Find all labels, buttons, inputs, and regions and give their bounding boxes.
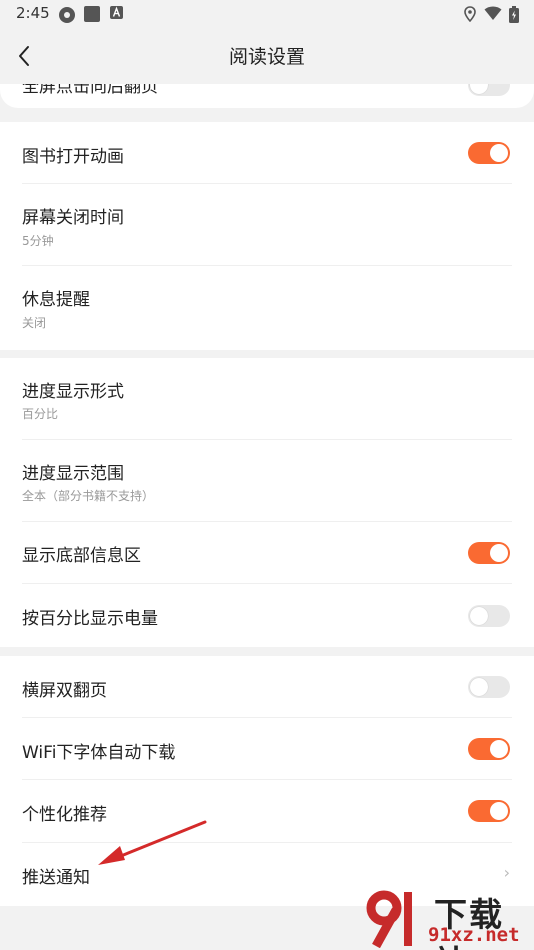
status-bar: 2:45 [0,0,534,28]
settings-list[interactable]: 全屏点击向后翻页 图书打开动画 屏幕关闭时间 5分钟 休息提醒 关闭 进度显示形… [0,84,534,950]
setting-title: WiFi下字体自动下载 [22,743,176,763]
setting-row-progress-range[interactable]: 进度显示范围 全本（部分书籍不支持） [0,440,534,522]
wifi-icon [484,6,502,20]
toggle-knob [470,84,488,94]
status-time: 2:45 [16,4,50,22]
setting-title: 全屏点击向后翻页 [22,84,158,97]
setting-title: 进度显示范围 [22,464,124,484]
battery-icon [509,6,519,23]
toggle-knob [470,607,488,625]
setting-value: 关闭 [22,316,47,330]
setting-value: 全本（部分书籍不支持） [22,489,155,503]
setting-title: 横屏双翻页 [22,681,107,701]
toggle-knob [490,144,508,162]
page-title: 阅读设置 [228,46,305,68]
setting-title: 按百分比显示电量 [22,609,158,629]
settings-group-reading: 图书打开动画 屏幕关闭时间 5分钟 休息提醒 关闭 [0,122,534,350]
book-open-animation-toggle[interactable] [468,142,510,164]
toggle-knob [490,802,508,820]
setting-value: 百分比 [22,407,59,421]
battery-percent-toggle[interactable] [468,605,510,627]
setting-title: 屏幕关闭时间 [22,208,124,228]
keyboard-a-icon [110,6,123,19]
bottom-info-toggle[interactable] [468,542,510,564]
setting-title: 图书打开动画 [22,147,124,167]
chevron-right-icon: › [503,863,510,882]
watermark: 下载站 91xz.net [362,886,534,950]
setting-row-landscape-double[interactable]: 横屏双翻页 [0,656,534,718]
personalized-toggle[interactable] [468,800,510,822]
toggle-knob [470,678,488,696]
setting-title: 休息提醒 [22,290,90,310]
setting-value: 5分钟 [22,234,54,248]
aperture-icon [59,7,75,23]
setting-title: 进度显示形式 [22,382,124,402]
setting-row-screen-off-time[interactable]: 屏幕关闭时间 5分钟 [0,184,534,266]
square-app-icon [84,6,100,22]
setting-row-rest-reminder[interactable]: 休息提醒 关闭 [0,266,534,350]
landscape-double-toggle[interactable] [468,676,510,698]
fullscreen-tap-toggle[interactable] [468,84,510,96]
toggle-knob [490,544,508,562]
watermark-logo-icon [366,890,412,948]
watermark-text-url: 91xz.net [428,924,520,946]
settings-group-other: 横屏双翻页 WiFi下字体自动下载 个性化推荐 推送通知 › [0,656,534,906]
setting-row-personalized[interactable]: 个性化推荐 [0,780,534,843]
settings-group-progress: 进度显示形式 百分比 进度显示范围 全本（部分书籍不支持） 显示底部信息区 按百… [0,358,534,647]
setting-row-progress-format[interactable]: 进度显示形式 百分比 [0,358,534,440]
setting-row-bottom-info[interactable]: 显示底部信息区 [0,522,534,584]
annotation-arrow-icon [98,820,207,865]
setting-row-battery-percent[interactable]: 按百分比显示电量 [0,584,534,647]
toggle-knob [490,740,508,758]
setting-row-fullscreen-tap[interactable]: 全屏点击向后翻页 [0,84,534,108]
location-icon [464,6,476,22]
settings-group-page-turn: 全屏点击向后翻页 [0,84,534,108]
setting-title: 显示底部信息区 [22,546,141,566]
setting-title: 推送通知 [22,868,90,888]
setting-row-book-open-animation[interactable]: 图书打开动画 [0,122,534,184]
app-bar: 阅读设置 [0,28,534,84]
wifi-font-toggle[interactable] [468,738,510,760]
setting-row-wifi-font[interactable]: WiFi下字体自动下载 [0,718,534,780]
